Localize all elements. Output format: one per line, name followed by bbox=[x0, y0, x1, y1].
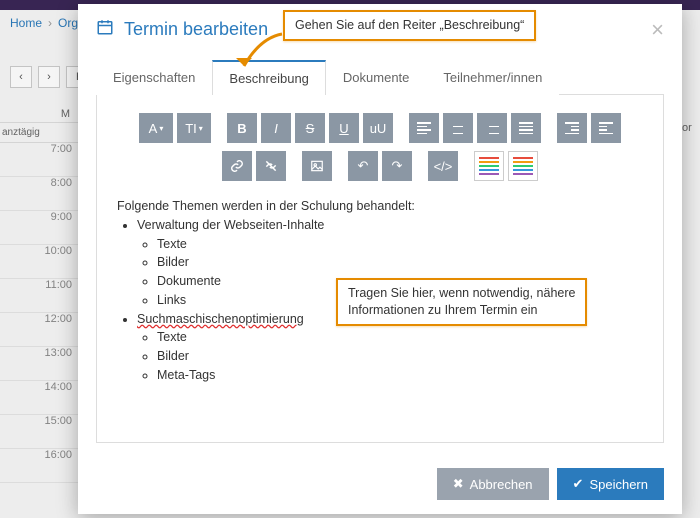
save-button[interactable]: ✔ Speichern bbox=[557, 468, 664, 500]
indent-button[interactable] bbox=[591, 113, 621, 143]
outdent-button[interactable] bbox=[557, 113, 587, 143]
editor-toolbar: A▾ TI▾ B I S U uU bbox=[115, 113, 645, 181]
check-icon: ✔ bbox=[573, 476, 584, 492]
align-left-button[interactable] bbox=[409, 113, 439, 143]
undo-button[interactable]: ↶ bbox=[348, 151, 378, 181]
font-family-button[interactable]: A▾ bbox=[139, 113, 173, 143]
list-item: Texte bbox=[157, 235, 643, 254]
list-item: Bilder bbox=[157, 347, 643, 366]
close-icon: ✖ bbox=[453, 476, 464, 492]
unlink-button[interactable] bbox=[256, 151, 286, 181]
list-item: Verwaltung der Webseiten-Inhalte bbox=[137, 216, 643, 235]
modal-body: Eigenschaften Beschreibung Dokumente Tei… bbox=[78, 51, 682, 458]
clearformat-button[interactable]: uU bbox=[363, 113, 393, 143]
align-center-button[interactable] bbox=[443, 113, 473, 143]
tab-bar: Eigenschaften Beschreibung Dokumente Tei… bbox=[96, 59, 664, 95]
callout-mid: Tragen Sie hier, wenn notwendig, nähere … bbox=[336, 278, 587, 326]
tab-description[interactable]: Beschreibung bbox=[212, 60, 326, 95]
modal-title: Termin bearbeiten bbox=[124, 19, 268, 40]
list-item: Meta-Tags bbox=[157, 366, 643, 385]
description-panel: A▾ TI▾ B I S U uU bbox=[96, 95, 664, 443]
link-button[interactable] bbox=[222, 151, 252, 181]
headings-button[interactable]: TI▾ bbox=[177, 113, 211, 143]
list-item: Texte bbox=[157, 328, 643, 347]
bold-button[interactable]: B bbox=[227, 113, 257, 143]
list-item: Bilder bbox=[157, 253, 643, 272]
close-button[interactable]: × bbox=[651, 19, 664, 41]
text-color-button[interactable] bbox=[474, 151, 504, 181]
bg-color-button[interactable] bbox=[508, 151, 538, 181]
strike-button[interactable]: S bbox=[295, 113, 325, 143]
underline-button[interactable]: U bbox=[329, 113, 359, 143]
callout-top: Gehen Sie auf den Reiter „Beschreibung“ bbox=[283, 10, 536, 41]
tab-documents[interactable]: Dokumente bbox=[326, 60, 426, 95]
cancel-button[interactable]: ✖ Abbrechen bbox=[437, 468, 549, 500]
image-button[interactable] bbox=[302, 151, 332, 181]
redo-button[interactable]: ↷ bbox=[382, 151, 412, 181]
italic-button[interactable]: I bbox=[261, 113, 291, 143]
calendar-icon bbox=[96, 18, 114, 41]
tab-participants[interactable]: Teilnehmer/innen bbox=[426, 60, 559, 95]
modal-footer: ✖ Abbrechen ✔ Speichern bbox=[78, 458, 682, 514]
editor-line: Folgende Themen werden in der Schulung b… bbox=[117, 197, 643, 216]
align-right-button[interactable] bbox=[477, 113, 507, 143]
source-button[interactable]: </> bbox=[428, 151, 458, 181]
align-justify-button[interactable] bbox=[511, 113, 541, 143]
edit-appointment-modal: Termin bearbeiten × Eigenschaften Beschr… bbox=[78, 4, 682, 514]
tab-properties[interactable]: Eigenschaften bbox=[96, 60, 212, 95]
